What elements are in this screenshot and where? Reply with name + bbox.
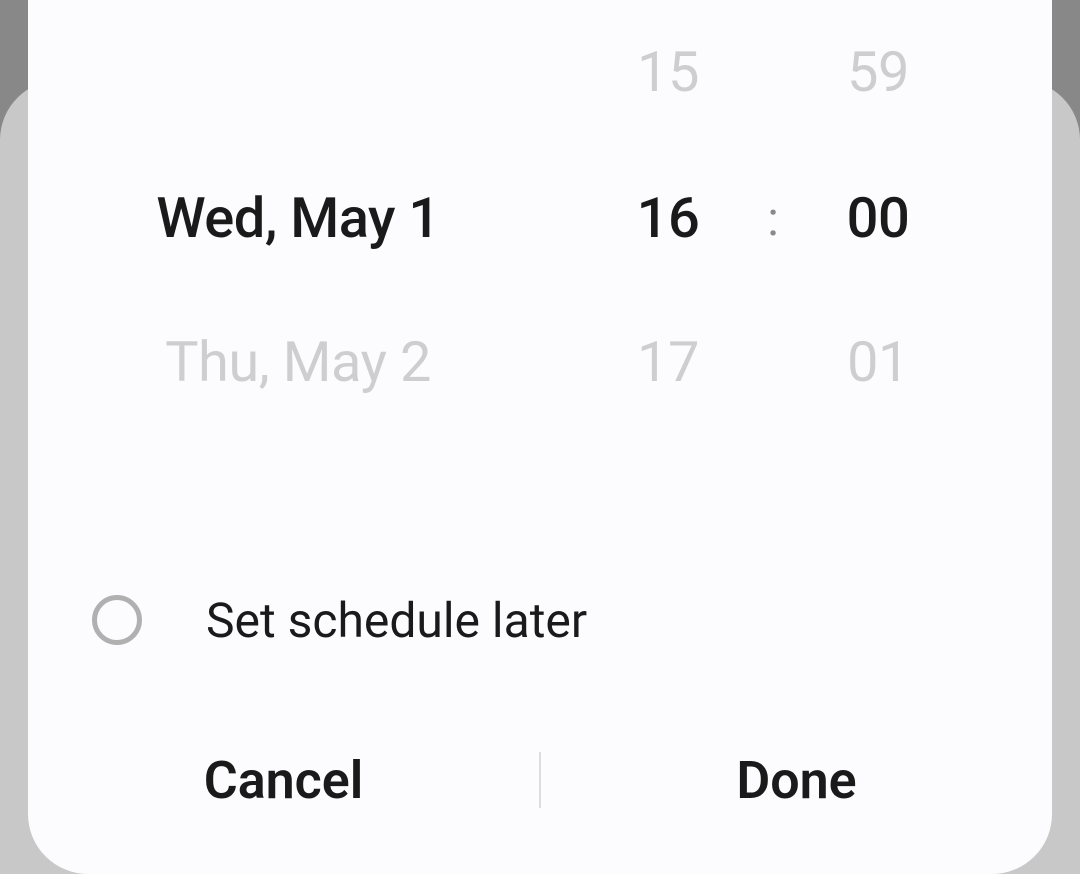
minute-next: 01: [847, 329, 909, 395]
done-button[interactable]: Done: [541, 750, 1052, 811]
picker-row-selected: Wed, May 1 16 : 00: [28, 146, 1052, 290]
hour-next: 17: [637, 329, 699, 395]
minute-selected: 00: [847, 185, 910, 251]
hour-prev: 15: [637, 39, 699, 105]
date-next: Thu, May 2: [165, 329, 431, 395]
radio-unchecked-icon[interactable]: [92, 595, 142, 645]
picker-row-next[interactable]: Thu, May 2 17 01: [28, 290, 1052, 434]
minute-prev: 59: [847, 39, 909, 105]
hour-selected: 16: [637, 185, 700, 251]
schedule-later-option[interactable]: Set schedule later: [28, 560, 1052, 680]
datetime-picker-sheet: 15 59 Wed, May 1 16 : 00 Thu, May 2 17 0…: [28, 0, 1052, 874]
time-separator: :: [767, 190, 779, 247]
schedule-later-label: Set schedule later: [206, 592, 587, 649]
picker-row-prev[interactable]: 15 59: [28, 0, 1052, 144]
cancel-button[interactable]: Cancel: [28, 750, 539, 811]
dialog-buttons: Cancel Done: [28, 700, 1052, 860]
date-selected: Wed, May 1: [156, 185, 439, 251]
datetime-wheel[interactable]: 15 59 Wed, May 1 16 : 00 Thu, May 2 17 0…: [28, 0, 1052, 520]
